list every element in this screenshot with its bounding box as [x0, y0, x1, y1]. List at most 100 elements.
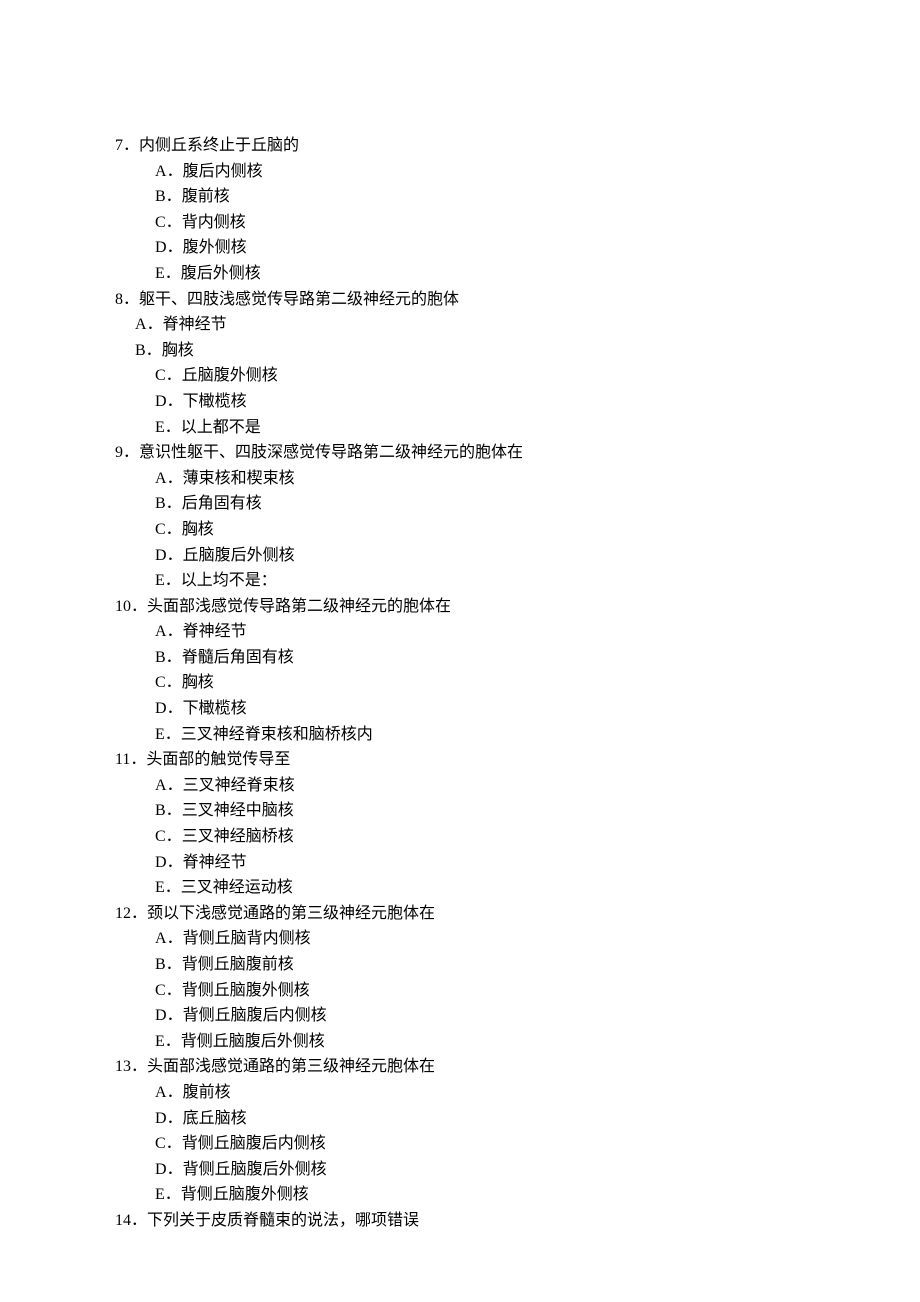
question-separator: ． [131, 905, 147, 922]
option-separator: ． [166, 649, 182, 666]
option-text: 背侧丘脑背内侧核 [183, 930, 311, 947]
option-text: 底丘脑核 [183, 1110, 247, 1127]
option-line: D．底丘脑核 [155, 1106, 920, 1132]
question-number: 8 [115, 291, 123, 308]
option-letter: E [155, 726, 165, 743]
option-separator: ． [146, 342, 162, 359]
option-line: C．背内侧核 [155, 210, 920, 236]
option-line: E．三叉神经运动核 [155, 875, 920, 901]
question-separator: ． [130, 751, 146, 768]
option-separator: ． [167, 239, 183, 256]
option-separator: ． [165, 1186, 181, 1203]
option-separator: ． [167, 700, 183, 717]
option-separator: ． [167, 623, 183, 640]
option-text: 三叉神经脊束核和脑桥核内 [181, 726, 373, 743]
option-line: E．以上都不是 [155, 415, 920, 441]
option-line: C．胸核 [155, 670, 920, 696]
option-separator: ． [165, 726, 181, 743]
option-separator: ． [166, 828, 182, 845]
option-separator: ． [166, 367, 182, 384]
option-text: 背侧丘脑腹外侧核 [181, 1186, 309, 1203]
option-separator: ． [167, 1007, 183, 1024]
option-separator: ． [165, 419, 181, 436]
option-line: A．三叉神经脊束核 [155, 773, 920, 799]
option-letter: C [155, 214, 166, 231]
option-line: D．下橄榄核 [155, 696, 920, 722]
option-separator: ． [166, 1135, 182, 1152]
question-text: 颈以下浅感觉通路的第三级神经元胞体在 [147, 905, 435, 922]
option-text: 后角固有核 [182, 495, 262, 512]
option-text: 以上均不是： [181, 572, 277, 589]
option-text: 背侧丘脑腹前核 [182, 956, 294, 973]
option-text: 三叉神经运动核 [181, 879, 293, 896]
option-letter: B [155, 495, 166, 512]
option-letter: A [155, 1084, 167, 1101]
option-letter: E [155, 1186, 165, 1203]
question-stem: 11．头面部的触觉传导至 [115, 747, 920, 773]
question-separator: ． [131, 598, 147, 615]
option-line: D．腹外侧核 [155, 235, 920, 261]
option-line: A．薄束核和楔束核 [155, 466, 920, 492]
option-line: D．脊神经节 [155, 850, 920, 876]
option-line: D．下橄榄核 [155, 389, 920, 415]
option-letter: E [155, 265, 165, 282]
option-line: A．背侧丘脑背内侧核 [155, 926, 920, 952]
option-text: 三叉神经脑桥核 [182, 828, 294, 845]
option-separator: ． [166, 674, 182, 691]
option-separator: ． [167, 163, 183, 180]
question-number: 10 [115, 598, 131, 615]
option-separator: ． [166, 495, 182, 512]
option-line: D．丘脑腹后外侧核 [155, 543, 920, 569]
option-separator: ． [167, 1161, 183, 1178]
question-number: 13 [115, 1058, 131, 1075]
option-separator: ． [166, 214, 182, 231]
question-separator: ． [131, 1058, 147, 1075]
option-letter: D [155, 700, 167, 717]
question-stem: 12．颈以下浅感觉通路的第三级神经元胞体在 [115, 901, 920, 927]
option-letter: B [155, 956, 166, 973]
option-text: 脊神经节 [183, 854, 247, 871]
option-line: C．丘脑腹外侧核 [155, 363, 920, 389]
option-line: D．背侧丘脑腹后内侧核 [155, 1003, 920, 1029]
option-line: B．三叉神经中脑核 [155, 798, 920, 824]
option-letter: A [155, 623, 167, 640]
option-text: 背侧丘脑腹后内侧核 [183, 1007, 327, 1024]
question-stem: 7．内侧丘系终止于丘脑的 [115, 133, 920, 159]
option-text: 三叉神经中脑核 [182, 802, 294, 819]
option-separator: ． [165, 879, 181, 896]
option-letter: B [135, 342, 146, 359]
option-text: 腹前核 [182, 188, 230, 205]
option-separator: ． [167, 854, 183, 871]
option-text: 丘脑腹外侧核 [182, 367, 278, 384]
option-text: 脊神经节 [163, 316, 227, 333]
option-letter: C [155, 1135, 166, 1152]
option-letter: E [155, 1033, 165, 1050]
option-line: B．背侧丘脑腹前核 [155, 952, 920, 978]
option-letter: A [155, 163, 167, 180]
option-letter: C [155, 828, 166, 845]
option-line: A．脊神经节 [135, 312, 920, 338]
option-text: 以上都不是 [181, 419, 261, 436]
option-separator: ． [147, 316, 163, 333]
option-letter: C [155, 521, 166, 538]
option-line: C．三叉神经脑桥核 [155, 824, 920, 850]
option-text: 脊神经节 [183, 623, 247, 640]
option-line: B．胸核 [135, 338, 920, 364]
question-text: 意识性躯干、四肢深感觉传导路第二级神经元的胞体在 [139, 444, 523, 461]
option-text: 三叉神经脊束核 [183, 777, 295, 794]
option-letter: A [155, 777, 167, 794]
option-line: C．背侧丘脑腹后内侧核 [155, 1131, 920, 1157]
question-text: 下列关于皮质脊髓束的说法，哪项错误 [147, 1212, 419, 1229]
option-letter: E [155, 879, 165, 896]
option-letter: D [155, 1007, 167, 1024]
option-letter: D [155, 547, 167, 564]
option-line: E．腹后外侧核 [155, 261, 920, 287]
question-number: 12 [115, 905, 131, 922]
option-line: E．背侧丘脑腹后外侧核 [155, 1029, 920, 1055]
option-letter: C [155, 367, 166, 384]
option-letter: D [155, 1110, 167, 1127]
question-stem: 9．意识性躯干、四肢深感觉传导路第二级神经元的胞体在 [115, 440, 920, 466]
option-line: D．背侧丘脑腹后外侧核 [155, 1157, 920, 1183]
option-line: B．腹前核 [155, 184, 920, 210]
option-line: A．腹前核 [155, 1080, 920, 1106]
